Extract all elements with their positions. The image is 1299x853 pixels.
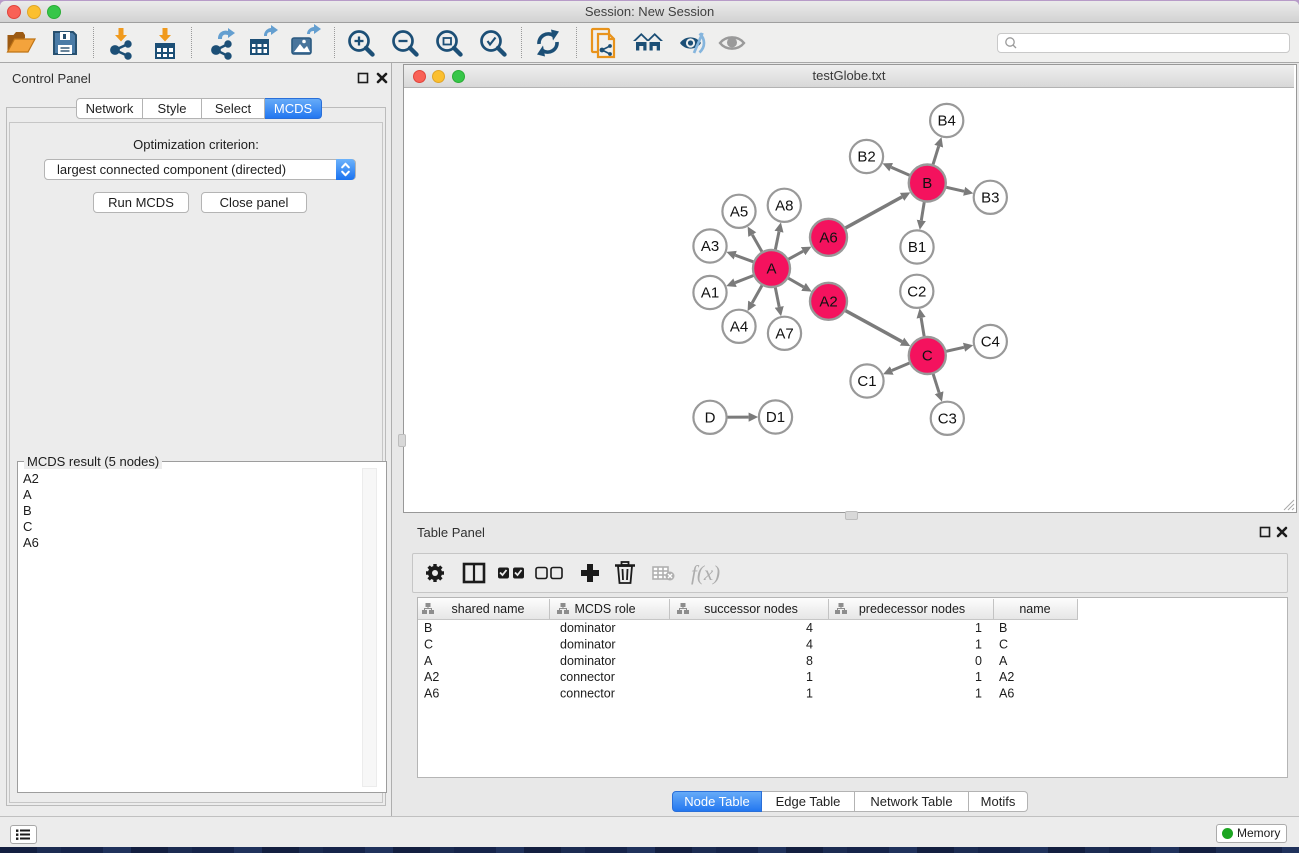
svg-text:1: 1 [975,687,982,701]
svg-text:C: C [999,637,1008,651]
svg-text:B2: B2 [857,149,875,166]
svg-text:D1: D1 [766,409,785,426]
svg-text:shared name: shared name [452,602,525,616]
svg-text:0: 0 [975,654,982,668]
svg-text:1: 1 [806,670,813,684]
svg-text:f(x): f(x) [691,561,720,585]
svg-text:predecessor nodes: predecessor nodes [859,602,965,616]
svg-text:A6: A6 [819,229,837,246]
svg-text:A: A [766,261,776,278]
svg-text:B: B [999,621,1007,635]
svg-text:A2: A2 [424,670,439,684]
svg-text:A: A [999,654,1008,668]
svg-text:C3: C3 [938,410,957,427]
svg-text:A6: A6 [424,687,439,701]
svg-text:1: 1 [975,670,982,684]
svg-text:connector: connector [560,670,615,684]
svg-text:A6: A6 [999,687,1014,701]
svg-text:1: 1 [975,621,982,635]
svg-text:B: B [922,175,932,192]
svg-text:A: A [424,654,433,668]
svg-text:A7: A7 [775,325,793,342]
svg-text:B3: B3 [981,189,999,206]
svg-text:C: C [922,348,933,365]
svg-text:B: B [424,621,432,635]
svg-text:C4: C4 [981,334,1000,351]
svg-text:A2: A2 [999,670,1014,684]
svg-text:B1: B1 [908,239,926,256]
svg-text:name: name [1019,602,1050,616]
svg-text:D: D [705,409,716,426]
svg-text:B4: B4 [938,113,956,130]
svg-text:8: 8 [806,654,813,668]
svg-text:C: C [424,637,433,651]
svg-text:4: 4 [806,637,813,651]
svg-text:A1: A1 [701,285,719,302]
svg-text:dominator: dominator [560,621,616,635]
svg-text:4: 4 [806,621,813,635]
svg-text:1: 1 [975,637,982,651]
svg-text:A2: A2 [819,293,837,310]
svg-text:A4: A4 [730,318,748,335]
svg-text:C2: C2 [907,283,926,300]
svg-text:A3: A3 [701,238,719,255]
svg-text:dominator: dominator [560,654,616,668]
svg-text:1: 1 [806,687,813,701]
svg-text:connector: connector [560,687,615,701]
svg-text:A8: A8 [775,197,793,214]
svg-text:C1: C1 [857,373,876,390]
svg-text:dominator: dominator [560,637,616,651]
svg-text:MCDS role: MCDS role [574,602,635,616]
svg-text:successor nodes: successor nodes [704,602,798,616]
svg-text:A5: A5 [730,203,748,220]
